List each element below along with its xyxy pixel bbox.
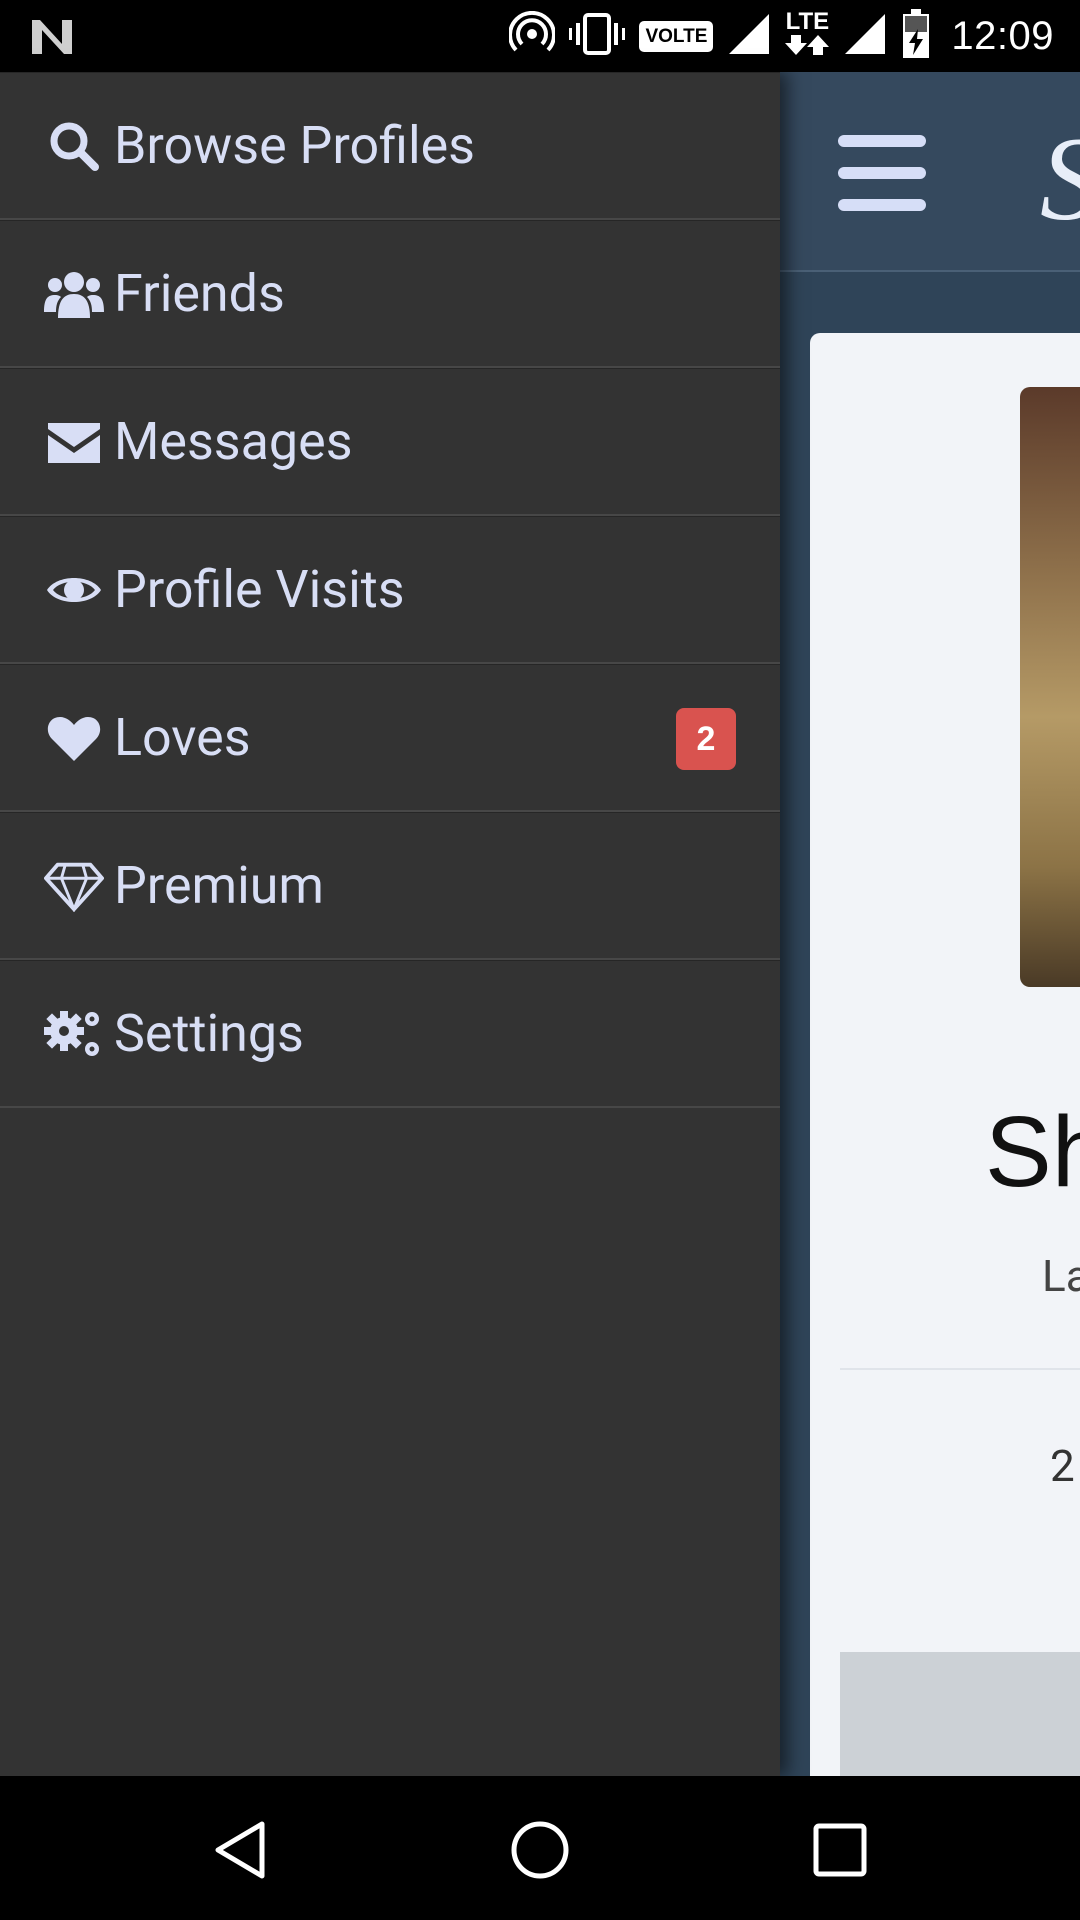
- system-nav-bar: [0, 1776, 1080, 1920]
- loves-count-badge: 2: [676, 708, 736, 770]
- drawer-item-friends[interactable]: Friends: [0, 220, 780, 368]
- drawer-item-label: Settings: [114, 1003, 304, 1064]
- users-icon: [44, 266, 104, 322]
- battery-charging-icon: [901, 9, 931, 63]
- drawer-item-settings[interactable]: Settings: [0, 960, 780, 1108]
- eye-icon: [44, 562, 104, 618]
- envelope-icon: [44, 414, 104, 470]
- search-icon: [44, 118, 104, 174]
- drawer-item-label: Profile Visits: [114, 559, 405, 620]
- n-logo-icon: [28, 14, 76, 58]
- profile-photo[interactable]: [1020, 387, 1080, 987]
- app-header: [780, 72, 1080, 272]
- drawer-item-profile-visits[interactable]: Profile Visits: [0, 516, 780, 664]
- drawer-item-label: Messages: [114, 411, 353, 472]
- hotspot-icon: [508, 10, 557, 61]
- vibrate-icon: [569, 11, 626, 61]
- signal-icon: [727, 12, 771, 60]
- recents-icon[interactable]: [808, 1818, 872, 1882]
- drawer-item-label: Friends: [114, 263, 285, 324]
- volte-icon: VOLTE: [639, 20, 714, 52]
- profile-subtitle: La: [1042, 1250, 1080, 1302]
- drawer-item-label: Premium: [114, 855, 325, 916]
- app-logo: S: [1040, 110, 1080, 248]
- action-area[interactable]: [840, 1652, 1080, 1776]
- drawer-item-label: Loves: [114, 707, 251, 768]
- profile-name: Sh: [985, 1096, 1080, 1208]
- drawer-item-label: Browse Profiles: [114, 115, 476, 176]
- heart-icon: [44, 710, 104, 766]
- menu-icon[interactable]: [838, 135, 928, 211]
- home-icon[interactable]: [508, 1818, 572, 1882]
- clock: 12:09: [951, 13, 1054, 58]
- drawer-item-premium[interactable]: Premium: [0, 812, 780, 960]
- navigation-drawer: Browse Profiles Friends Messages Profile…: [0, 72, 780, 1776]
- diamond-icon: [44, 858, 104, 914]
- drawer-item-loves[interactable]: Loves 2: [0, 664, 780, 812]
- drawer-item-messages[interactable]: Messages: [0, 368, 780, 516]
- gears-icon: [44, 1006, 104, 1062]
- divider: [840, 1368, 1080, 1370]
- lte-icon: LTE: [785, 10, 830, 60]
- profile-stat: 2: [1050, 1440, 1075, 1492]
- drawer-item-browse-profiles[interactable]: Browse Profiles: [0, 72, 780, 220]
- status-bar: VOLTE LTE 12:09: [0, 0, 1080, 72]
- back-icon[interactable]: [210, 1818, 274, 1882]
- signal-icon: [843, 12, 887, 60]
